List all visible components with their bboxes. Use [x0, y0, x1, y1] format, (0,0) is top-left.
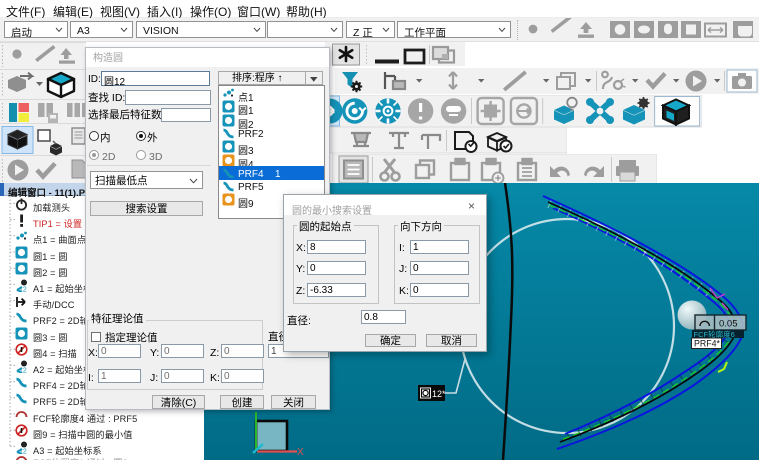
- svg-text:X: X: [297, 447, 304, 458]
- svg-text:12: 12: [19, 367, 27, 373]
- svg-text:12: 12: [19, 286, 27, 292]
- svg-text:12*: 12*: [432, 389, 446, 399]
- svg-text:0.05: 0.05: [719, 319, 738, 330]
- svg-text:PRF4*: PRF4*: [694, 339, 720, 349]
